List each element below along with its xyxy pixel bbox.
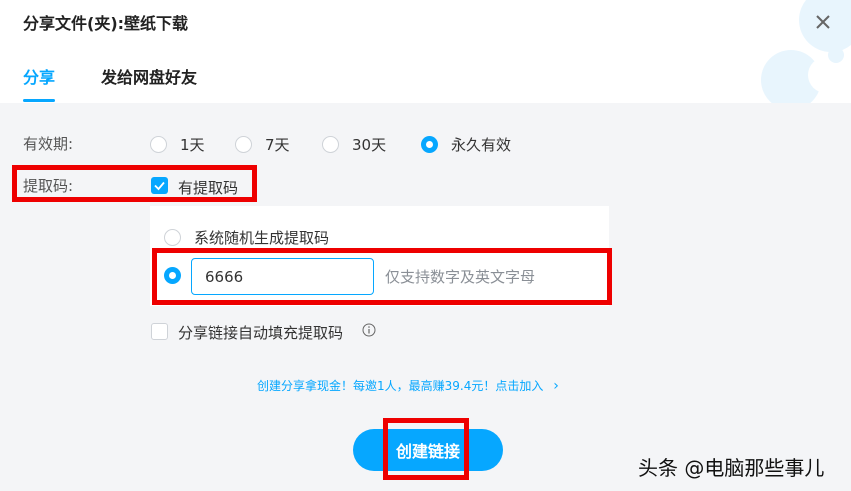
dialog-title: 分享文件(夹):壁纸下载 [23, 14, 189, 33]
highlight-box-create-button [383, 418, 469, 480]
highlight-box-extract-code [12, 165, 257, 202]
validity-option-permanent[interactable]: 永久有效 [421, 134, 511, 155]
chevron-right-icon: › [553, 378, 559, 394]
radio-icon [150, 136, 167, 153]
random-code-option[interactable]: 系统随机生成提取码 [164, 227, 329, 248]
radio-icon [164, 229, 181, 246]
validity-option-7days[interactable]: 7天 [235, 134, 290, 155]
random-code-label: 系统随机生成提取码 [194, 229, 330, 247]
info-icon[interactable] [362, 323, 376, 337]
autofill-code-label: 分享链接自动填充提取码 [178, 324, 344, 342]
validity-option-1day[interactable]: 1天 [150, 134, 205, 155]
close-icon[interactable] [812, 11, 834, 33]
active-tab-indicator [23, 99, 55, 102]
validity-option-30days[interactable]: 30天 [322, 134, 386, 155]
tab-share[interactable]: 分享 [23, 64, 55, 88]
radio-icon [235, 136, 252, 153]
validity-option-label: 1天 [180, 136, 205, 154]
promo-link[interactable]: 创建分享拿现金！每邀1人，最高赚39.4元！点击加入 › [257, 377, 559, 394]
dialog-header: 分享文件(夹):壁纸下载 分享 发给网盘好友 [0, 0, 851, 103]
radio-selected-icon [421, 136, 438, 153]
autofill-code-checkbox[interactable] [151, 323, 168, 340]
tab-send-to-friends[interactable]: 发给网盘好友 [101, 64, 197, 88]
validity-label: 有效期: [23, 135, 74, 153]
validity-option-label: 永久有效 [451, 136, 512, 154]
validity-option-label: 7天 [265, 136, 290, 154]
validity-option-label: 30天 [352, 136, 387, 154]
highlight-box-custom-code [152, 248, 612, 305]
watermark-text: 头条 @电脑那些事儿 [638, 456, 825, 480]
promo-text: 创建分享拿现金！每邀1人，最高赚39.4元！点击加入 [257, 379, 544, 393]
radio-icon [322, 136, 339, 153]
